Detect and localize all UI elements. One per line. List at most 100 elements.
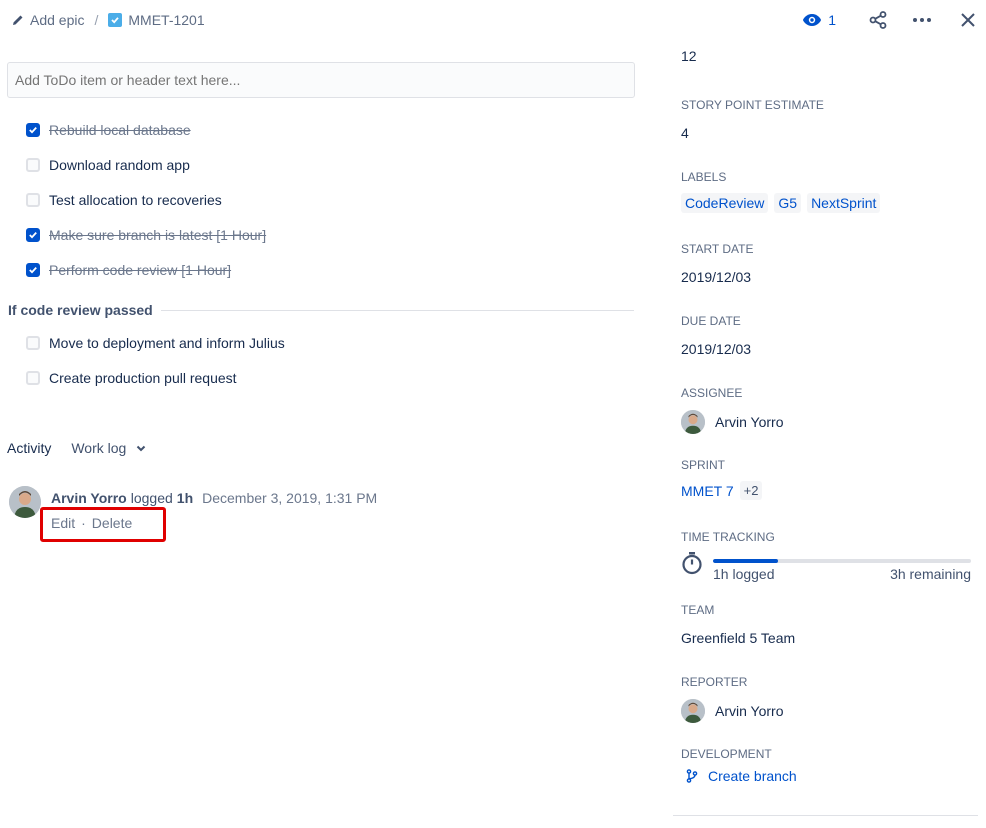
todo-section-header[interactable]: If code review passed (8, 300, 634, 320)
unchecked-checkbox[interactable] (26, 157, 40, 172)
labels-label: LABELS (681, 170, 727, 184)
sprint-link[interactable]: MMET 7 (681, 483, 734, 499)
unchecked-checkbox[interactable] (26, 192, 40, 207)
create-branch-link[interactable]: Create branch (681, 768, 971, 784)
assignee-field: ASSIGNEE Arvin Yorro (681, 385, 971, 435)
create-branch-label: Create branch (708, 768, 797, 784)
story-points-label: STORY POINT ESTIMATE (681, 98, 824, 112)
checked-checkbox[interactable] (26, 227, 40, 242)
team-field: TEAM Greenfield 5 Team (681, 602, 971, 648)
due-date-field: DUE DATE 2019/12/03 (681, 313, 971, 359)
start-date-field: START DATE 2019/12/03 (681, 241, 971, 287)
sprint-value: MMET 7 +2 (681, 481, 971, 500)
due-date-label: DUE DATE (681, 314, 741, 328)
pencil-icon (13, 15, 23, 25)
worklog-amount: 1h (176, 490, 194, 506)
watch-count: 1 (828, 12, 836, 28)
development-label: DEVELOPMENT (681, 747, 772, 761)
assignee-value[interactable]: Arvin Yorro (681, 409, 971, 435)
todo-item[interactable]: Move to deployment and inform Julius (26, 325, 626, 360)
todo-list: Rebuild local database Download random ap… (26, 112, 626, 287)
watch-button[interactable]: 1 (802, 12, 836, 28)
checked-checkbox[interactable] (26, 122, 40, 137)
time-tracking-bar-wrap: 1h logged 3h remaining (713, 551, 971, 582)
team-value[interactable]: Greenfield 5 Team (681, 628, 971, 648)
todo-item-text: Test allocation to recoveries (49, 191, 222, 208)
start-date-value[interactable]: 2019/12/03 (681, 267, 971, 287)
todo-input[interactable] (7, 62, 635, 98)
branch-icon (686, 769, 698, 783)
worklog-verb: logged (130, 490, 173, 506)
top-field-value: 12 (681, 48, 697, 64)
todo-item[interactable]: Test allocation to recoveries (26, 182, 626, 217)
issue-key-link[interactable]: MMET-1201 (108, 12, 205, 28)
more-actions-button[interactable] (906, 6, 938, 34)
todo-item-text: Create production pull request (49, 369, 237, 386)
todo-item-text: Make sure branch is latest [1 Hour] (49, 226, 267, 243)
stopwatch-icon (682, 552, 702, 575)
time-tracking-texts: 1h logged 3h remaining (713, 566, 971, 582)
add-epic-link[interactable]: Add epic (12, 12, 84, 28)
unchecked-checkbox[interactable] (26, 370, 40, 385)
time-logged: 1h logged (713, 566, 775, 582)
label-tag[interactable]: NextSprint (807, 193, 881, 213)
todo-item[interactable]: Download random app (26, 147, 626, 182)
breadcrumb-separator: / (94, 12, 99, 28)
due-date-value[interactable]: 2019/12/03 (681, 339, 971, 359)
labels-field: LABELS CodeReview G5 NextSprint (681, 169, 971, 213)
reporter-value[interactable]: Arvin Yorro (681, 698, 971, 724)
sidebar-bottom-divider (673, 815, 978, 816)
highlight-box (40, 507, 166, 542)
top-actions: 1 (802, 6, 986, 34)
story-points-field: STORY POINT ESTIMATE 4 (681, 97, 971, 143)
assignee-name: Arvin Yorro (715, 414, 784, 430)
reporter-avatar (681, 699, 705, 723)
worklog-date: December 3, 2019, 1:31 PM (202, 490, 378, 506)
eye-icon (803, 14, 822, 26)
sprint-field: SPRINT MMET 7 +2 (681, 457, 971, 500)
sprint-more-badge[interactable]: +2 (739, 481, 763, 500)
todo-item[interactable]: Create production pull request (26, 360, 626, 395)
development-field: DEVELOPMENT Create branch (681, 746, 971, 784)
todo-section-title: If code review passed (8, 302, 153, 318)
more-icon (913, 18, 931, 22)
team-label: TEAM (681, 603, 715, 617)
author-avatar (9, 486, 41, 518)
share-button[interactable] (862, 6, 894, 34)
worklog-filter-dropdown[interactable]: Work log (71, 440, 146, 456)
todo-item[interactable]: Make sure branch is latest [1 Hour] (26, 217, 626, 252)
time-tracking-label: TIME TRACKING (681, 530, 775, 544)
time-tracking-field: TIME TRACKING 1h logged 3h remaining (681, 529, 971, 582)
activity-bar: Activity Work log (7, 438, 146, 458)
issue-key: MMET-1201 (128, 12, 205, 28)
sprint-label: SPRINT (681, 458, 726, 472)
activity-label: Activity (7, 440, 52, 456)
todo-item-text: Perform code review [1 Hour] (49, 261, 232, 278)
todo-item[interactable]: Perform code review [1 Hour] (26, 252, 626, 287)
time-tracking-fill (713, 559, 778, 563)
reporter-field: REPORTER Arvin Yorro (681, 674, 971, 724)
reporter-name: Arvin Yorro (715, 703, 784, 719)
label-tag[interactable]: G5 (774, 193, 802, 213)
close-icon (961, 13, 975, 27)
unchecked-checkbox[interactable] (26, 335, 40, 350)
assignee-label: ASSIGNEE (681, 386, 743, 400)
todo-item[interactable]: Rebuild local database (26, 112, 626, 147)
section-divider (160, 309, 634, 311)
start-date-label: START DATE (681, 242, 754, 256)
time-tracking-widget[interactable]: 1h logged 3h remaining (681, 551, 971, 582)
share-icon (869, 11, 887, 29)
story-points-value[interactable]: 4 (681, 123, 971, 143)
label-tag[interactable]: CodeReview (681, 193, 769, 213)
todo-item-text: Download random app (49, 156, 190, 173)
time-tracking-bar (713, 559, 971, 563)
todo-item-text: Rebuild local database (49, 121, 191, 138)
close-button[interactable] (950, 6, 986, 34)
task-checkbox-icon (108, 13, 123, 27)
checked-checkbox[interactable] (26, 262, 40, 277)
worklog-author[interactable]: Arvin Yorro (51, 490, 127, 506)
assignee-avatar (681, 410, 705, 434)
reporter-label: REPORTER (681, 675, 748, 689)
todo-item-text: Move to deployment and inform Julius (49, 334, 285, 351)
worklog-filter-label: Work log (71, 440, 127, 456)
